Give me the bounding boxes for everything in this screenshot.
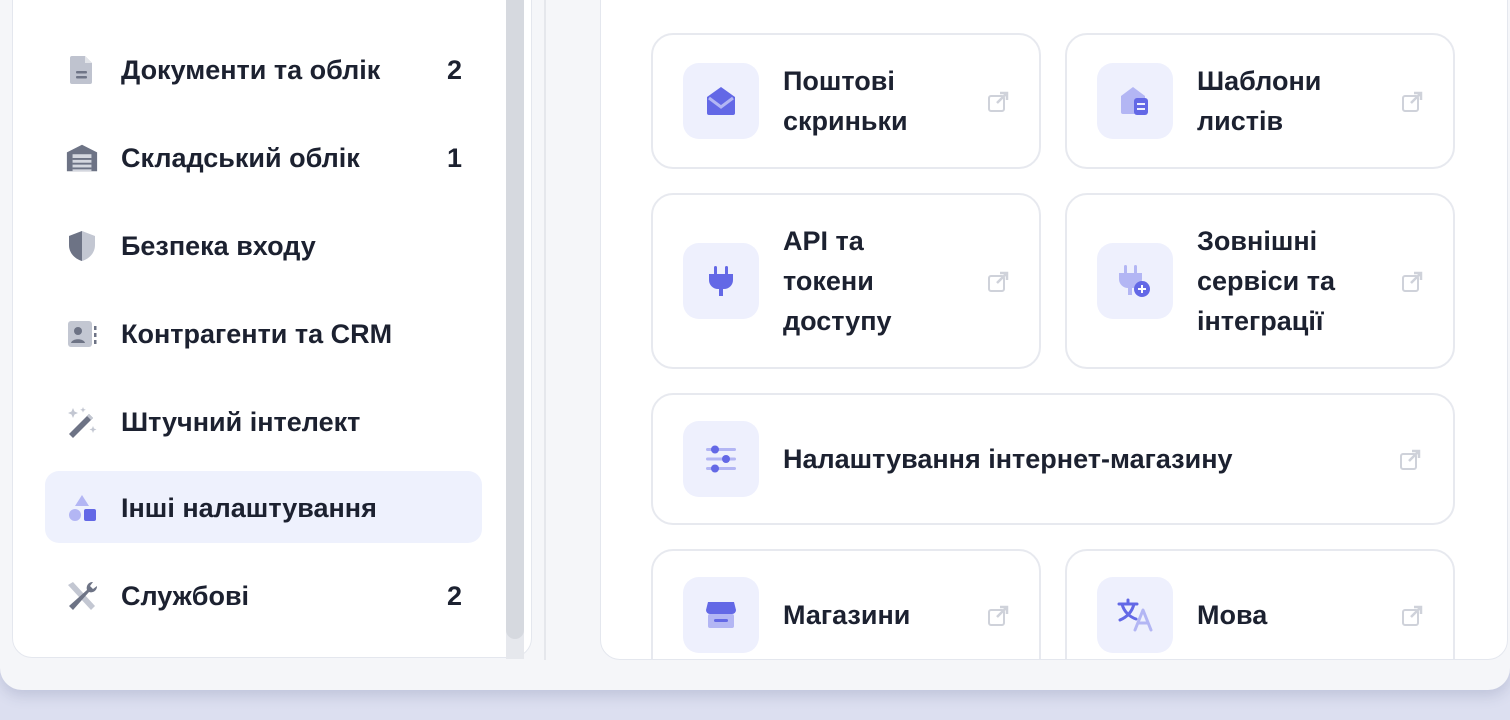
sidebar-item-service[interactable]: Службові 2: [45, 559, 482, 631]
settings-sidebar: Документи та облік 2 Складський облік 1 …: [12, 0, 532, 659]
magic-wand-icon: [65, 405, 99, 439]
sidebar-item-label: Інші налаштування: [121, 493, 377, 523]
shield-icon: [65, 229, 99, 263]
card-external-integrations[interactable]: Зовнішні сервіси та інтеграції: [1065, 193, 1455, 369]
card-label: Магазини: [783, 600, 911, 630]
card-language[interactable]: Мова: [1065, 549, 1455, 659]
sidebar-item-label: Безпека входу: [121, 231, 316, 261]
sliders-icon: [683, 421, 759, 497]
external-link-icon[interactable]: [1401, 91, 1423, 113]
card-label-line: доступу: [783, 306, 892, 336]
sidebar-item-warehouse[interactable]: Складський облік 1: [45, 121, 482, 193]
app-window: Документи та облік 2 Складський облік 1 …: [0, 0, 1510, 690]
card-label-line: API та: [783, 226, 864, 256]
sidebar-item-ai[interactable]: Штучний інтелект: [45, 385, 482, 457]
sidebar-item-documents[interactable]: Документи та облік 2: [45, 33, 482, 105]
sidebar-scrollbar[interactable]: [506, 0, 524, 659]
card-label-line: токени: [783, 266, 874, 296]
card-mailboxes[interactable]: Поштові скриньки: [651, 33, 1041, 169]
sidebar-item-other-settings[interactable]: Інші налаштування: [45, 471, 482, 543]
card-email-templates[interactable]: Шаблони листів: [1065, 33, 1455, 169]
external-link-icon[interactable]: [1399, 449, 1421, 471]
envelope-icon: [683, 63, 759, 139]
card-label-line: Шаблони: [1197, 66, 1322, 96]
card-label-line: листів: [1197, 106, 1284, 136]
translate-icon: [1097, 577, 1173, 653]
contact-card-icon: [65, 317, 99, 351]
sidebar-item-count: 2: [446, 55, 462, 85]
sidebar-item-contacts-crm[interactable]: Контрагенти та CRM: [45, 297, 482, 369]
tools-icon: [65, 579, 99, 613]
card-label: Налаштування інтернет-магазину: [783, 444, 1233, 474]
card-label-line: скриньки: [783, 106, 908, 136]
sidebar-item-label: Штучний інтелект: [121, 407, 361, 437]
sidebar-item-label: Службові: [121, 581, 250, 611]
plug-icon: [683, 243, 759, 319]
sidebar-item-label: Складський облік: [121, 143, 360, 173]
external-link-icon[interactable]: [1401, 271, 1423, 293]
external-link-icon[interactable]: [987, 91, 1009, 113]
warehouse-icon: [65, 141, 99, 175]
sidebar-item-label: Контрагенти та CRM: [121, 319, 393, 349]
storefront-icon: [683, 577, 759, 653]
pane-divider: [544, 0, 546, 660]
card-stores[interactable]: Магазини: [651, 549, 1041, 659]
shapes-icon: [65, 491, 99, 525]
mail-template-icon: [1097, 63, 1173, 139]
card-label-line: інтеграції: [1197, 306, 1324, 336]
card-online-store-settings[interactable]: Налаштування інтернет-магазину: [651, 393, 1455, 525]
sidebar-item-label: Документи та облік: [121, 55, 381, 85]
card-api-tokens[interactable]: API та токени доступу: [651, 193, 1041, 369]
external-link-icon[interactable]: [987, 271, 1009, 293]
external-link-icon[interactable]: [1401, 605, 1423, 627]
scrollbar-thumb[interactable]: [506, 0, 524, 639]
card-label: Мова: [1197, 600, 1268, 630]
external-link-icon[interactable]: [987, 605, 1009, 627]
document-icon: [65, 53, 99, 87]
card-label-line: Поштові: [783, 66, 895, 96]
settings-content-panel: Поштові скриньки Шаблони листів API та т: [600, 0, 1508, 660]
plug-add-icon: [1097, 243, 1173, 319]
card-label-line: Зовнішні: [1197, 226, 1318, 256]
sidebar-item-count: 1: [446, 143, 462, 173]
card-label-line: сервіси та: [1197, 266, 1335, 296]
sidebar-item-count: 2: [446, 581, 462, 611]
sidebar-item-security[interactable]: Безпека входу: [45, 209, 482, 281]
